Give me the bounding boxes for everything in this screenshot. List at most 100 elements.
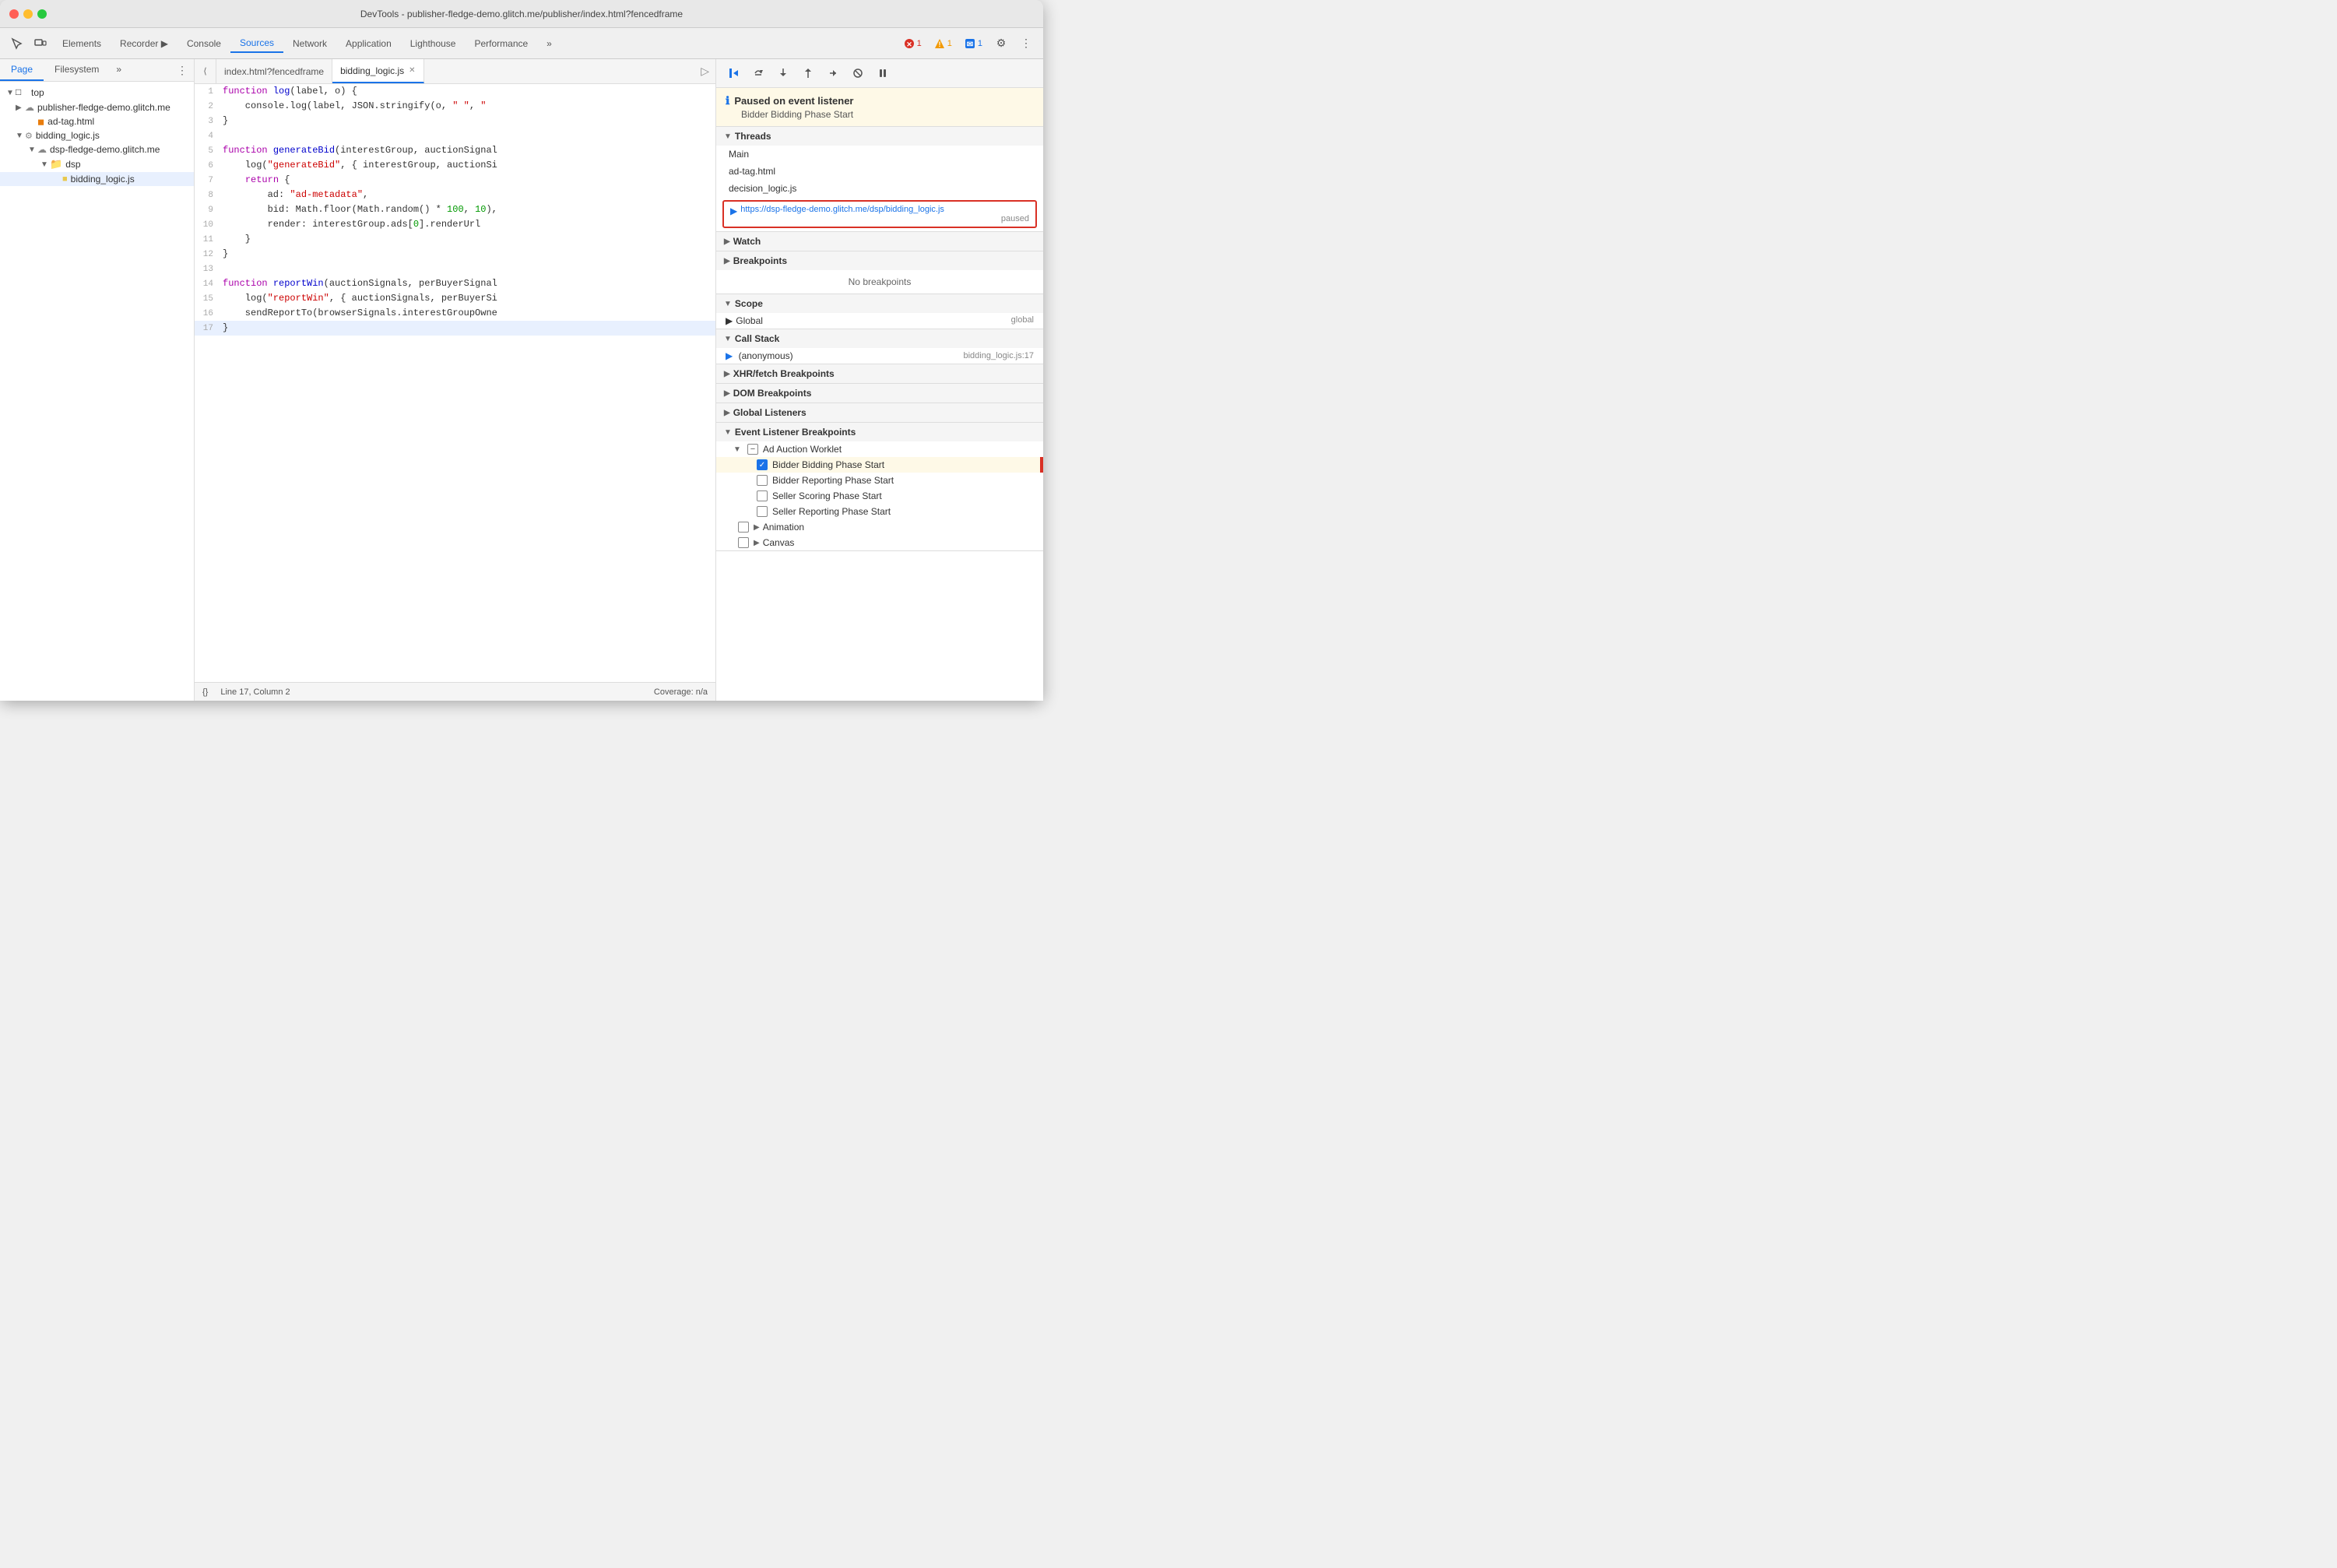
breakpoints-header[interactable]: ▶ Breakpoints: [716, 251, 1043, 270]
event-listener-content: ▼ − Ad Auction Worklet ✓ Bidder Bidding …: [716, 441, 1043, 550]
callstack-header[interactable]: ▼ Call Stack: [716, 329, 1043, 348]
thread-ad-tag[interactable]: ad-tag.html: [716, 163, 1043, 180]
more-options-icon[interactable]: ⋮: [1015, 33, 1037, 54]
threads-header[interactable]: ▼ Threads: [716, 127, 1043, 146]
tree-item-top[interactable]: ▼ □ top: [0, 85, 194, 100]
tree-item-bidding-logic-file[interactable]: ■ bidding_logic.js: [0, 172, 194, 186]
tab-console[interactable]: Console: [177, 35, 230, 52]
code-line-9: 9 bid: Math.floor(Math.random() * 100, 1…: [195, 202, 715, 217]
close-tab-icon[interactable]: ✕: [409, 66, 415, 75]
tab-filesystem[interactable]: Filesystem: [44, 59, 110, 81]
step-out-btn[interactable]: [797, 62, 819, 84]
code-line-2: 2 console.log(label, JSON.stringify(o, "…: [195, 99, 715, 114]
window-title: DevTools - publisher-fledge-demo.glitch.…: [360, 9, 683, 19]
tree-item-ad-tag[interactable]: ◼ ad-tag.html: [0, 114, 194, 128]
tab-lighthouse[interactable]: Lighthouse: [401, 35, 466, 52]
thread-decision-logic[interactable]: decision_logic.js: [716, 180, 1043, 197]
svg-text:!: !: [938, 40, 940, 48]
status-curly[interactable]: {}: [202, 687, 208, 697]
info-badge[interactable]: ✉ 1: [960, 37, 987, 51]
checkbox-canvas[interactable]: [738, 537, 749, 548]
minimize-button[interactable]: [23, 9, 33, 19]
tab-network[interactable]: Network: [283, 35, 336, 52]
dom-breakpoints-header[interactable]: ▶ DOM Breakpoints: [716, 384, 1043, 403]
canvas-header[interactable]: ▶ Canvas: [716, 535, 1043, 550]
tab-more-filetree[interactable]: »: [110, 59, 128, 81]
global-listeners-header[interactable]: ▶ Global Listeners: [716, 403, 1043, 422]
code-line-13: 13: [195, 262, 715, 276]
error-badge[interactable]: ✕ 1: [899, 37, 926, 51]
file-tree-panel: Page Filesystem » ⋮ ▼ □ top ▶ ☁ publishe…: [0, 59, 195, 701]
paused-title-text: Paused on event listener: [734, 95, 853, 107]
checkbox-animation[interactable]: [738, 522, 749, 533]
el-bidder-bidding-phase[interactable]: ✓ Bidder Bidding Phase Start: [716, 457, 1043, 473]
tab-elements[interactable]: Elements: [53, 35, 111, 52]
device-toggle-icon[interactable]: [30, 33, 51, 54]
worklet-header[interactable]: ▼ − Ad Auction Worklet: [716, 441, 1043, 457]
tree-content: ▼ □ top ▶ ☁ publisher-fledge-demo.glitch…: [0, 82, 194, 189]
pause-on-exceptions-btn[interactable]: [872, 62, 894, 84]
close-button[interactable]: [9, 9, 19, 19]
maximize-button[interactable]: [37, 9, 47, 19]
checkbox-seller-scoring[interactable]: [757, 490, 768, 501]
worklet-collapse-icon[interactable]: −: [747, 444, 758, 455]
step-into-btn[interactable]: [772, 62, 794, 84]
thread-bidding-logic-active[interactable]: ▶ https://dsp-fledge-demo.glitch.me/dsp/…: [722, 200, 1037, 228]
el-seller-reporting-phase[interactable]: Seller Reporting Phase Start: [716, 504, 1043, 519]
error-count: 1: [917, 39, 922, 48]
thread-main[interactable]: Main: [716, 146, 1043, 163]
tree-item-publisher-domain[interactable]: ▶ ☁ publisher-fledge-demo.glitch.me: [0, 100, 194, 114]
editor-tab-bidding[interactable]: bidding_logic.js ✕: [332, 59, 423, 83]
deactivate-breakpoints-btn[interactable]: [847, 62, 869, 84]
main-toolbar: Elements Recorder ▶ Console Sources Netw…: [0, 28, 1043, 59]
step-over-btn[interactable]: [747, 62, 769, 84]
scope-global[interactable]: ▶ Global global: [716, 313, 1043, 329]
tree-label-publisher: publisher-fledge-demo.glitch.me: [37, 102, 170, 113]
editor-tab-back[interactable]: ⟨: [195, 59, 216, 83]
arrow-icon: ▼: [724, 428, 732, 437]
warning-badge[interactable]: ! 1: [930, 37, 957, 51]
editor-tab-right-action[interactable]: ▷: [694, 65, 715, 78]
tab-page[interactable]: Page: [0, 59, 44, 81]
xhr-breakpoints-section: ▶ XHR/fetch Breakpoints: [716, 364, 1043, 384]
tab-performance[interactable]: Performance: [465, 35, 537, 52]
tree-item-dsp-folder[interactable]: ▼ 📁 dsp: [0, 156, 194, 172]
editor-tab-label-index: index.html?fencedframe: [224, 66, 324, 77]
settings-icon[interactable]: ⚙: [990, 33, 1012, 54]
worklet-label: Ad Auction Worklet: [763, 444, 842, 455]
checkbox-bidder-reporting[interactable]: [757, 475, 768, 486]
canvas-group: ▶ Canvas: [716, 535, 1043, 550]
step-btn[interactable]: [822, 62, 844, 84]
tab-recorder[interactable]: Recorder ▶: [111, 35, 177, 52]
tab-application[interactable]: Application: [336, 35, 401, 52]
inspect-icon[interactable]: [6, 33, 28, 54]
editor-tab-index[interactable]: index.html?fencedframe: [216, 59, 332, 83]
editor-tabs: ⟨ index.html?fencedframe bidding_logic.j…: [195, 59, 715, 84]
checkbox-seller-reporting[interactable]: [757, 506, 768, 517]
tree-action-icon[interactable]: ⋮: [177, 64, 188, 77]
event-listener-breakpoints-header[interactable]: ▼ Event Listener Breakpoints: [716, 423, 1043, 441]
callstack-content: ▶ (anonymous) bidding_logic.js:17: [716, 348, 1043, 364]
tree-item-dsp-domain[interactable]: ▼ ☁ dsp-fledge-demo.glitch.me: [0, 142, 194, 156]
callstack-item-anonymous[interactable]: ▶ (anonymous) bidding_logic.js:17: [716, 348, 1043, 364]
el-seller-scoring-phase[interactable]: Seller Scoring Phase Start: [716, 488, 1043, 504]
tab-more[interactable]: »: [537, 35, 561, 52]
tree-item-bidding-logic-root[interactable]: ▼ ⚙ bidding_logic.js: [0, 128, 194, 142]
info-icon: ℹ: [726, 94, 729, 107]
arrow-icon: ▶: [754, 523, 760, 532]
resume-btn[interactable]: [722, 62, 744, 84]
code-content[interactable]: 1 function log(label, o) { 2 console.log…: [195, 84, 715, 682]
gear-icon: ⚙: [25, 131, 33, 141]
tab-sources[interactable]: Sources: [230, 34, 283, 53]
animation-label: Animation: [763, 522, 804, 533]
callstack-section: ▼ Call Stack ▶ (anonymous) bidding_logic…: [716, 329, 1043, 364]
animation-header[interactable]: ▶ Animation: [716, 519, 1043, 535]
checkbox-bidder-bidding[interactable]: ✓: [757, 459, 768, 470]
tab-bar: Elements Recorder ▶ Console Sources Netw…: [53, 34, 898, 53]
scope-header[interactable]: ▼ Scope: [716, 294, 1043, 313]
xhr-breakpoints-header[interactable]: ▶ XHR/fetch Breakpoints: [716, 364, 1043, 383]
watch-header[interactable]: ▶ Watch: [716, 232, 1043, 251]
el-bidder-reporting-phase[interactable]: Bidder Reporting Phase Start: [716, 473, 1043, 488]
arrow-icon: ▶: [724, 409, 730, 417]
code-line-7: 7 return {: [195, 173, 715, 188]
